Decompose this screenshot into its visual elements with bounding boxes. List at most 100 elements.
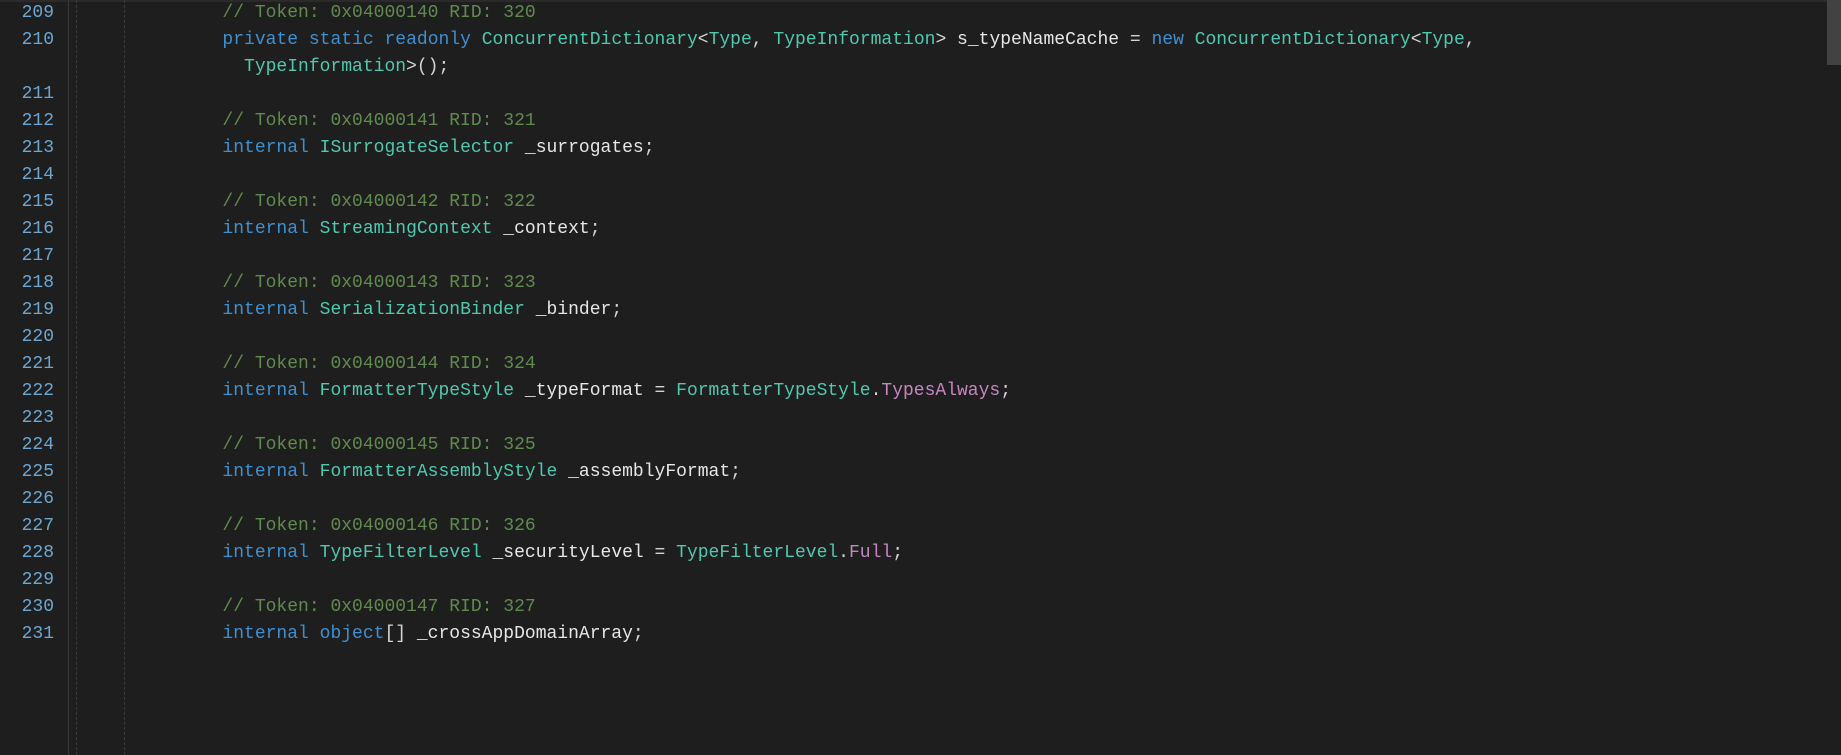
line-number[interactable]: 218 — [12, 270, 54, 297]
code-line[interactable] — [136, 324, 1827, 351]
token-id: _typeFormat — [525, 381, 644, 401]
code-line[interactable]: internal FormatterAssemblyStyle _assembl… — [136, 459, 1827, 486]
token-id: s_typeNameCache — [957, 30, 1119, 50]
indent-guides — [76, 0, 132, 755]
token-id: _surrogates — [525, 138, 644, 158]
token-cmt: // Token: 0x04000141 RID: 321 — [222, 111, 535, 131]
token-kw: private — [222, 30, 298, 50]
token-op: ; — [892, 543, 903, 563]
token-op — [309, 462, 320, 482]
token-kw2: internal — [222, 219, 308, 239]
line-number[interactable]: 222 — [12, 378, 54, 405]
code-line[interactable]: // Token: 0x04000147 RID: 327 — [136, 594, 1827, 621]
token-op: >(); — [406, 57, 449, 77]
line-number[interactable]: 213 — [12, 135, 54, 162]
token-mem: Full — [849, 543, 892, 563]
token-op: ; — [633, 624, 644, 644]
code-line[interactable] — [136, 405, 1827, 432]
code-line[interactable]: internal object[] _crossAppDomainArray; — [136, 621, 1827, 648]
token-op: ; — [590, 219, 601, 239]
code-line[interactable] — [136, 162, 1827, 189]
code-line[interactable] — [136, 567, 1827, 594]
token-ty: FormatterTypeStyle — [676, 381, 870, 401]
token-op: = — [644, 543, 676, 563]
code-line[interactable]: internal SerializationBinder _binder; — [136, 297, 1827, 324]
vertical-scrollbar[interactable] — [1827, 0, 1841, 755]
code-line[interactable] — [136, 81, 1827, 108]
code-line[interactable]: // Token: 0x04000141 RID: 321 — [136, 108, 1827, 135]
token-op: . — [871, 381, 882, 401]
code-line[interactable] — [136, 243, 1827, 270]
token-kw2: internal — [222, 543, 308, 563]
line-number-gutter[interactable]: 2092102112122132142152162172182192202212… — [0, 0, 62, 755]
line-number[interactable]: 215 — [12, 189, 54, 216]
token-cmt: // Token: 0x04000140 RID: 320 — [222, 3, 535, 23]
token-op — [309, 624, 320, 644]
token-kw2: internal — [222, 381, 308, 401]
scrollbar-thumb[interactable] — [1827, 0, 1841, 65]
token-id: _assemblyFormat — [568, 462, 730, 482]
line-number[interactable]: 225 — [12, 459, 54, 486]
token-op — [309, 543, 320, 563]
token-op: . — [838, 543, 849, 563]
token-ty: TypeInformation — [773, 30, 935, 50]
code-line[interactable]: // Token: 0x04000145 RID: 325 — [136, 432, 1827, 459]
token-op — [492, 219, 503, 239]
token-kw: readonly — [384, 30, 470, 50]
token-op: = — [1119, 30, 1151, 50]
token-mem: TypesAlways — [881, 381, 1000, 401]
code-line[interactable]: // Token: 0x04000140 RID: 320 — [136, 0, 1827, 27]
token-id: _crossAppDomainArray — [417, 624, 633, 644]
line-number[interactable]: 226 — [12, 486, 54, 513]
token-ty: ConcurrentDictionary — [1195, 30, 1411, 50]
token-ty: TypeFilterLevel — [320, 543, 482, 563]
token-op: > — [935, 30, 957, 50]
line-number[interactable]: 214 — [12, 162, 54, 189]
line-number[interactable]: 212 — [12, 108, 54, 135]
line-number[interactable]: 219 — [12, 297, 54, 324]
token-cmt: // Token: 0x04000144 RID: 324 — [222, 354, 535, 374]
code-line[interactable]: TypeInformation>(); — [136, 54, 1827, 81]
token-ty: TypeFilterLevel — [676, 543, 838, 563]
token-op — [1184, 30, 1195, 50]
line-number[interactable]: 230 — [12, 594, 54, 621]
line-number[interactable]: 217 — [12, 243, 54, 270]
line-number[interactable]: 231 — [12, 621, 54, 648]
token-ty: SerializationBinder — [320, 300, 525, 320]
line-number[interactable]: 216 — [12, 216, 54, 243]
line-number[interactable]: 228 — [12, 540, 54, 567]
line-number[interactable]: 229 — [12, 567, 54, 594]
token-cmt: // Token: 0x04000145 RID: 325 — [222, 435, 535, 455]
token-op: ; — [730, 462, 741, 482]
token-op — [514, 381, 525, 401]
token-op — [309, 138, 320, 158]
line-number[interactable]: 221 — [12, 351, 54, 378]
fold-margin[interactable] — [62, 0, 76, 755]
line-number[interactable]: 224 — [12, 432, 54, 459]
token-op — [374, 30, 385, 50]
code-line[interactable]: // Token: 0x04000144 RID: 324 — [136, 351, 1827, 378]
code-line[interactable]: internal StreamingContext _context; — [136, 216, 1827, 243]
fold-guide-line — [68, 0, 69, 755]
token-id: _binder — [536, 300, 612, 320]
line-number[interactable]: 209 — [12, 0, 54, 27]
code-line[interactable]: internal ISurrogateSelector _surrogates; — [136, 135, 1827, 162]
line-number[interactable]: 223 — [12, 405, 54, 432]
line-number[interactable]: 227 — [12, 513, 54, 540]
code-line[interactable]: internal TypeFilterLevel _securityLevel … — [136, 540, 1827, 567]
code-line[interactable]: internal FormatterTypeStyle _typeFormat … — [136, 378, 1827, 405]
code-line[interactable]: // Token: 0x04000142 RID: 322 — [136, 189, 1827, 216]
line-number[interactable]: 211 — [12, 81, 54, 108]
line-number[interactable]: 210 — [12, 27, 54, 54]
code-line[interactable]: // Token: 0x04000146 RID: 326 — [136, 513, 1827, 540]
code-line[interactable] — [136, 486, 1827, 513]
token-kw2: internal — [222, 624, 308, 644]
token-ty: Type — [709, 30, 752, 50]
line-number[interactable]: 220 — [12, 324, 54, 351]
code-editor[interactable]: 2092102112122132142152162172182192202212… — [0, 0, 1841, 755]
code-line[interactable]: // Token: 0x04000143 RID: 323 — [136, 270, 1827, 297]
token-kw2: internal — [222, 300, 308, 320]
code-line[interactable]: private static readonly ConcurrentDictio… — [136, 27, 1827, 54]
token-id: _securityLevel — [493, 543, 644, 563]
code-area[interactable]: // Token: 0x04000140 RID: 320 private st… — [132, 0, 1827, 755]
